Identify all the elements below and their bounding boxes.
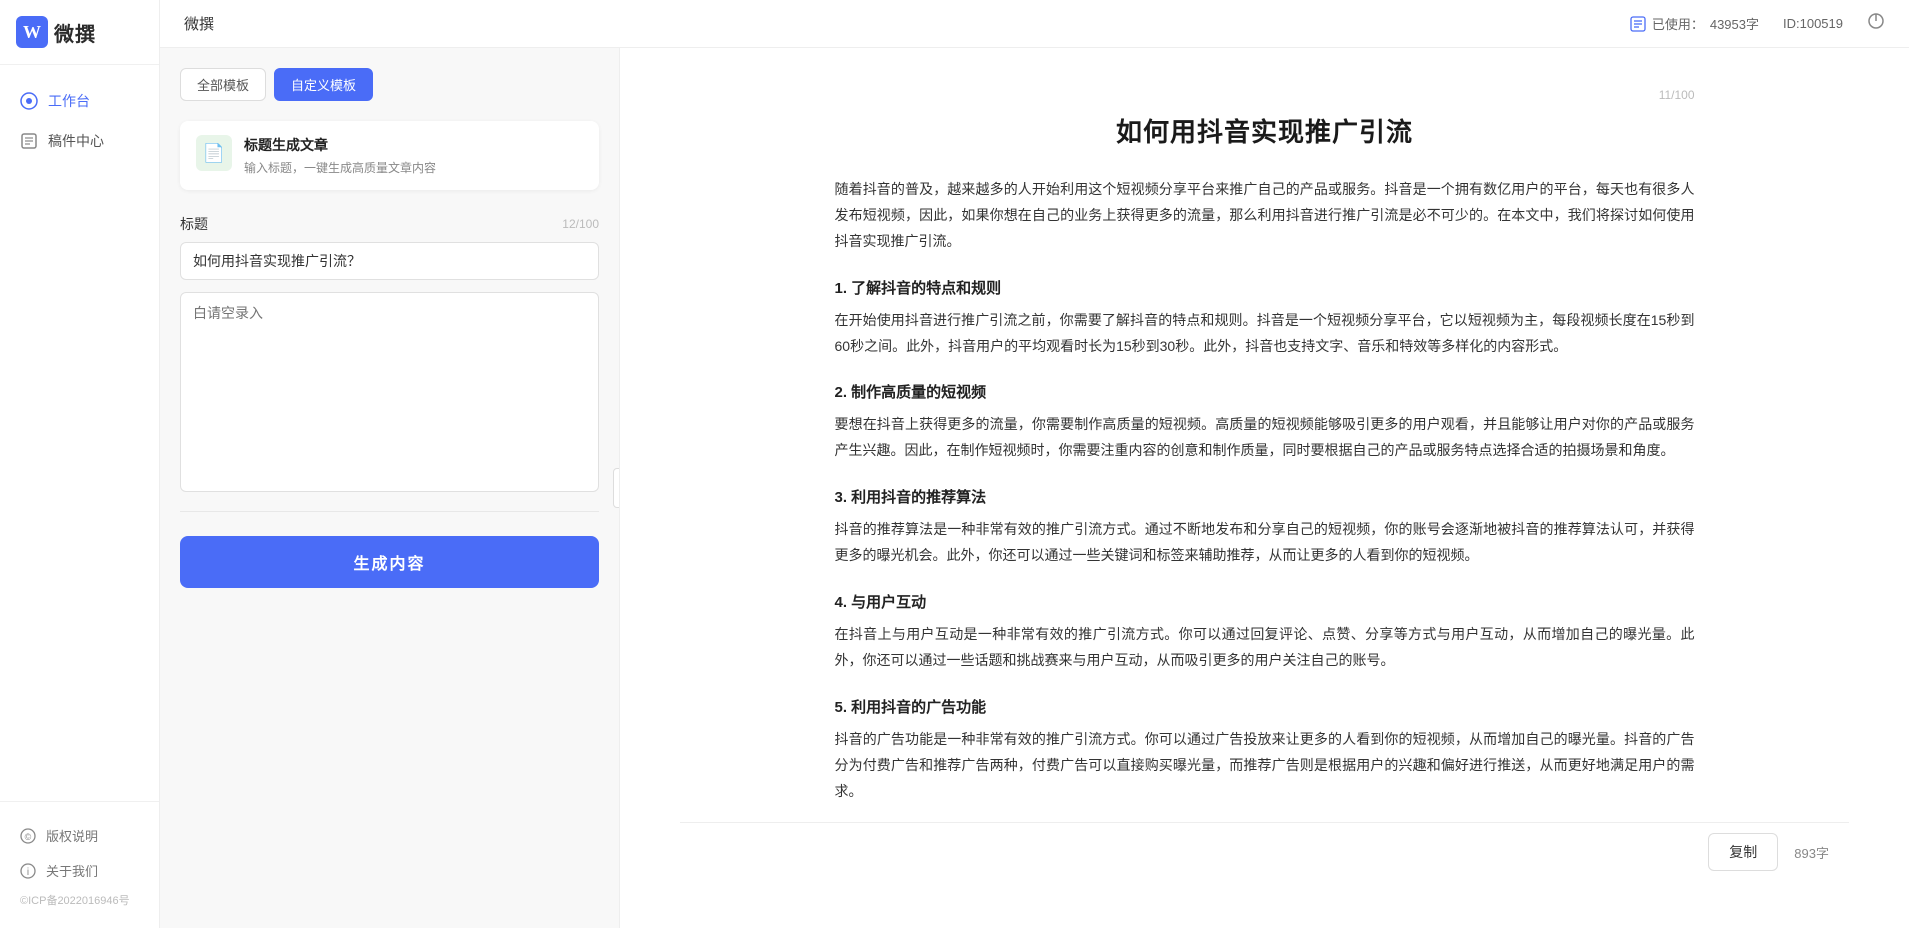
sidebar-item-workspace[interactable]: 工作台 — [0, 81, 159, 121]
workspace-icon — [20, 92, 38, 110]
copyright-label: 版权说明 — [46, 826, 98, 845]
form-label-row: 标题 12/100 — [180, 214, 599, 234]
template-card[interactable]: 📄 标题生成文章 输入标题，一键生成高质量文章内容 — [180, 121, 599, 190]
drafts-icon — [20, 132, 38, 150]
article-body: 随着抖音的普及，越来越多的人开始利用这个短视频分享平台来推广自己的产品或服务。抖… — [835, 177, 1695, 804]
generate-button[interactable]: 生成内容 — [180, 536, 599, 588]
usage-label: 已使用： — [1652, 14, 1704, 33]
copyright-icon: © — [20, 828, 36, 844]
template-card-body: 标题生成文章 输入标题，一键生成高质量文章内容 — [244, 135, 583, 176]
sidebar-footer: © 版权说明 i 关于我们 ©ICP备2022016946号 — [0, 801, 159, 928]
sidebar-drafts-label: 稿件中心 — [48, 131, 104, 151]
word-count: 893字 — [1794, 843, 1829, 862]
article-para: 要想在抖音上获得更多的流量，你需要制作高质量的短视频。高质量的短视频能够吸引更多… — [835, 412, 1695, 464]
article-heading: 2. 制作高质量的短视频 — [835, 381, 1695, 402]
template-card-desc: 输入标题，一键生成高质量文章内容 — [244, 159, 583, 176]
topbar: 微撰 已使用： 43953字 ID:100519 — [160, 0, 1909, 48]
template-icon-emoji: 📄 — [203, 143, 225, 164]
left-panel: 全部模板 自定义模板 📄 标题生成文章 输入标题，一键生成高质量文章内容 标题 … — [160, 48, 620, 928]
page-num: 11/100 — [835, 88, 1695, 102]
template-card-title: 标题生成文章 — [244, 135, 583, 155]
article-para: 在开始使用抖音进行推广引流之前，你需要了解抖音的特点和规则。抖音是一个短视频分享… — [835, 308, 1695, 360]
form-section: 标题 12/100 — [180, 214, 599, 495]
title-input[interactable] — [180, 242, 599, 280]
svg-text:©: © — [25, 832, 32, 842]
sidebar: W 微撰 工作台 稿件中心 © 版权说明 — [0, 0, 160, 928]
article-para: 抖音的推荐算法是一种非常有效的推广引流方式。通过不断地发布和分享自己的短视频，你… — [835, 517, 1695, 569]
right-panel: 11/100 如何用抖音实现推广引流 随着抖音的普及，越来越多的人开始利用这个短… — [620, 48, 1909, 928]
svg-text:W: W — [23, 22, 41, 42]
beian-text: ©ICP备2022016946号 — [0, 888, 159, 912]
template-tabs: 全部模板 自定义模板 — [180, 68, 599, 101]
article-para: 随着抖音的普及，越来越多的人开始利用这个短视频分享平台来推广自己的产品或服务。抖… — [835, 177, 1695, 255]
article-page: 11/100 如何用抖音实现推广引流 随着抖音的普及，越来越多的人开始利用这个短… — [835, 88, 1695, 804]
article-heading: 4. 与用户互动 — [835, 591, 1695, 612]
topbar-right: 已使用： 43953字 ID:100519 — [1630, 12, 1885, 35]
copy-button[interactable]: 复制 — [1708, 833, 1778, 871]
tab-all-templates[interactable]: 全部模板 — [180, 68, 266, 101]
sidebar-logo: W 微撰 — [0, 0, 159, 65]
about-icon: i — [20, 863, 36, 879]
app-name: 微撰 — [54, 18, 96, 47]
usage-count: 43953字 — [1710, 14, 1759, 33]
content-area: 全部模板 自定义模板 📄 标题生成文章 输入标题，一键生成高质量文章内容 标题 … — [160, 48, 1909, 928]
main-area: 微撰 已使用： 43953字 ID:100519 — [160, 0, 1909, 928]
usage-icon — [1630, 16, 1646, 32]
sidebar-item-copyright[interactable]: © 版权说明 — [0, 818, 159, 853]
article-para: 在抖音上与用户互动是一种非常有效的推广引流方式。你可以通过回复评论、点赞、分享等… — [835, 622, 1695, 674]
tab-custom-templates[interactable]: 自定义模板 — [274, 68, 373, 101]
article-heading: 1. 了解抖音的特点和规则 — [835, 277, 1695, 298]
sidebar-workspace-label: 工作台 — [48, 91, 90, 111]
template-card-icon: 📄 — [196, 135, 232, 171]
divider — [180, 511, 599, 512]
sidebar-nav: 工作台 稿件中心 — [0, 65, 159, 801]
content-textarea[interactable] — [180, 292, 599, 492]
sidebar-item-about[interactable]: i 关于我们 — [0, 853, 159, 888]
form-label: 标题 — [180, 214, 208, 234]
topbar-id: ID:100519 — [1783, 16, 1843, 31]
article-para: 抖音的广告功能是一种非常有效的推广引流方式。你可以通过广告投放来让更多的人看到你… — [835, 727, 1695, 805]
topbar-usage: 已使用： 43953字 — [1630, 14, 1759, 33]
article-heading: 5. 利用抖音的广告功能 — [835, 696, 1695, 717]
form-count: 12/100 — [562, 217, 599, 231]
sidebar-item-drafts[interactable]: 稿件中心 — [0, 121, 159, 161]
logo-icon: W — [16, 16, 48, 48]
svg-text:i: i — [27, 867, 29, 878]
article-title: 如何用抖音实现推广引流 — [835, 112, 1695, 149]
power-icon[interactable] — [1867, 12, 1885, 35]
article-heading: 3. 利用抖音的推荐算法 — [835, 486, 1695, 507]
collapse-toggle[interactable] — [613, 468, 620, 508]
bottom-bar: 复制 893字 — [680, 822, 1849, 881]
about-label: 关于我们 — [46, 861, 98, 880]
topbar-title: 微撰 — [184, 13, 214, 34]
